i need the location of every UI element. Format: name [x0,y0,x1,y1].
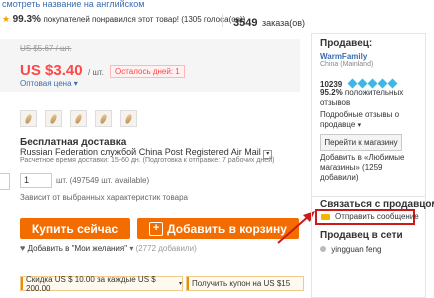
seller-name-link[interactable]: WarmFamily [320,52,367,61]
depends-note: Зависит от выбранных характеристик товар… [20,193,188,202]
rating-row: ★ 99.3% покупателей понравился этот това… [2,14,245,25]
wholesale-label: Оптовая цена [20,79,72,88]
online-title: Продавец в сети [320,230,403,241]
discount-coupon[interactable]: Скидка US $ 10.00 за каждые US $ 200.00 … [20,274,183,293]
seller-country: China (Mainland) [320,61,374,68]
orders-label: заказа(ов) [261,18,306,28]
diamond-icon [347,78,358,89]
variant-thumb-4[interactable] [95,110,112,127]
send-message-label: Отправить сообщение [335,212,419,221]
chevron-down-icon: ▾ [73,79,78,88]
rating-text: покупателей понравился этот товар! (1305… [43,15,246,24]
online-user-name: yingguan feng [331,245,382,254]
diamond-icon [377,78,388,89]
current-price: US $3.40 [20,62,83,79]
add-to-cart-label: Добавить в корзину [167,221,287,236]
feather-icon [124,112,133,125]
orders-count: 3549 [233,17,258,29]
chevron-down-icon: ▾ [178,281,182,287]
orders-info: 3549 заказа(ов) [233,13,305,31]
quantity-decrement[interactable] [0,173,10,190]
positive-percent: 95.2% [320,88,343,97]
favorite-stores-link[interactable]: Добавить в «Любимые магазины» (1259 доба… [320,153,406,183]
quantity-available: шт. (497549 шт. available) [56,176,150,185]
cart-plus-icon: + [149,221,164,236]
diamond-icon [357,78,368,89]
wholesale-price-link[interactable]: Оптовая цена ▾ [20,79,78,88]
divider [222,14,223,27]
go-to-store-button[interactable]: Перейти к магазину [320,134,402,151]
wishlist-row[interactable]: ♥ Добавить в "Мои желания" ▾ (2772 добав… [20,243,197,253]
shipping-estimate: Расчетное время доставки: 15-60 дн. (Под… [20,157,275,164]
feather-icon [74,112,83,125]
divider [311,196,426,197]
variant-thumb-2[interactable] [45,110,62,127]
discount-text: Скидка US $ 10.00 за каждые US $ 200.00 [26,274,156,293]
rating-value: 99.3% [12,14,41,25]
send-message-button[interactable]: Отправить сообщение [315,209,419,225]
feather-icon [24,112,33,125]
buy-now-button[interactable]: Купить сейчас [20,218,130,239]
heart-icon: ♥ [20,243,26,253]
seller-label: Продавец: [320,38,373,49]
price-unit: / шт. [88,68,104,77]
star-icon: ★ [2,14,11,24]
detailed-reviews-row[interactable]: Подробные отзывы о продавце ▾ [320,110,400,131]
get-coupon-button[interactable]: Получить купон на US $15 [186,276,304,291]
wishlist-label: Добавить в "Мои желания" [27,244,128,253]
quantity-input[interactable]: 1 [20,173,52,188]
old-price: US $5.67 / шт. [20,44,72,53]
days-left-badge: Осталось дней: 1 [110,65,185,78]
online-user-row[interactable]: yingguan feng [320,245,382,254]
positive-feedback: 95.2% положительных отзывов [320,88,420,108]
get-coupon-text: Получить купон на US $15 [192,279,291,288]
diamond-icon [367,78,378,89]
variant-thumb-1[interactable] [20,110,37,127]
diamond-icon [387,78,398,89]
chevron-down-icon: ▾ [129,244,134,253]
feather-icon [49,112,58,125]
chevron-down-icon: ▾ [357,122,362,129]
envelope-icon [321,214,330,220]
variant-thumb-5[interactable] [120,110,137,127]
variant-thumb-3[interactable] [70,110,87,127]
shipping-method: Russian Federation службой China Post Re… [20,147,261,157]
user-status-icon [320,246,326,252]
wishlist-count: (2772 добавили) [135,244,197,253]
feather-icon [99,112,108,125]
english-title-link[interactable]: смотреть название на английском [2,0,144,9]
